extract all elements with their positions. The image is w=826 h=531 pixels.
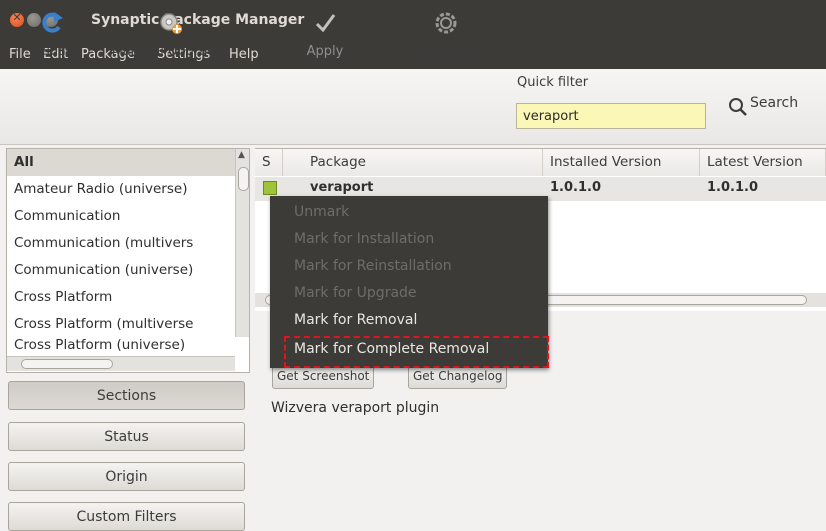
quick-filter-input[interactable] [516, 103, 706, 129]
section-item[interactable]: Cross Platform (multiverse [7, 311, 249, 338]
section-item[interactable]: Cross Platform [7, 284, 249, 311]
column-header-status[interactable]: S [255, 149, 283, 176]
custom-filters-button[interactable]: Custom Filters [8, 502, 245, 531]
sections-list: All Amateur Radio (universe) Communicati… [6, 148, 250, 373]
highlight-box [284, 336, 549, 368]
package-description: Wizvera veraport plugin [271, 400, 440, 416]
origin-filter-button[interactable]: Origin [8, 462, 245, 491]
section-item[interactable]: Cross Platform (universe) [7, 338, 249, 352]
installed-version-cell: 1.0.1.0 [550, 180, 601, 195]
section-item[interactable]: Amateur Radio (universe) [7, 176, 249, 203]
column-header-latest-version[interactable]: Latest Version [700, 149, 826, 176]
reload-icon [42, 12, 63, 33]
quick-filter-label: Quick filter [517, 75, 589, 90]
apply-checkmark-icon [315, 14, 336, 33]
menu-item-mark-for-removal[interactable]: Mark for Removal [294, 312, 417, 328]
scroll-thumb[interactable] [21, 359, 113, 369]
mark-upgrades-icon [160, 13, 182, 34]
installed-status-icon[interactable] [263, 181, 277, 195]
column-header-installed-version[interactable]: Installed Version [543, 149, 700, 176]
menu-item-mark-for-upgrade[interactable]: Mark for Upgrade [294, 285, 417, 301]
menu-item-mark-for-installation[interactable]: Mark for Installation [294, 231, 434, 247]
reload-button[interactable]: Reload [22, 4, 82, 70]
menu-item-unmark[interactable]: Unmark [294, 204, 349, 220]
section-item[interactable]: Communication (universe) [7, 257, 249, 284]
status-filter-button[interactable]: Status [8, 422, 245, 451]
search-button[interactable]: Search [722, 87, 826, 127]
section-item-all[interactable]: All [7, 149, 249, 176]
column-header-package[interactable]: Package [303, 149, 543, 176]
sections-horizontal-scrollbar[interactable] [7, 356, 235, 371]
menu-item-mark-for-reinstallation[interactable]: Mark for Reinstallation [294, 258, 452, 274]
package-name-cell: veraport [310, 180, 374, 195]
sections-filter-button[interactable]: Sections [8, 381, 245, 410]
search-icon [729, 98, 747, 116]
properties-button[interactable]: Properties [400, 4, 492, 70]
scroll-thumb[interactable] [238, 167, 249, 191]
section-item[interactable]: Communication (multivers [7, 230, 249, 257]
apply-button[interactable]: Apply [300, 4, 350, 70]
properties-gear-icon [435, 12, 457, 34]
sections-vertical-scrollbar[interactable]: ▲ [235, 149, 249, 337]
latest-version-cell: 1.0.1.0 [707, 180, 758, 195]
scroll-up-icon: ▲ [238, 150, 245, 160]
section-item[interactable]: Communication [7, 203, 249, 230]
mark-all-upgrades-button[interactable]: Mark All Upgrades [96, 4, 246, 70]
get-changelog-button[interactable]: Get Changelog [408, 365, 508, 389]
get-screenshot-button[interactable]: Get Screenshot [272, 365, 375, 389]
